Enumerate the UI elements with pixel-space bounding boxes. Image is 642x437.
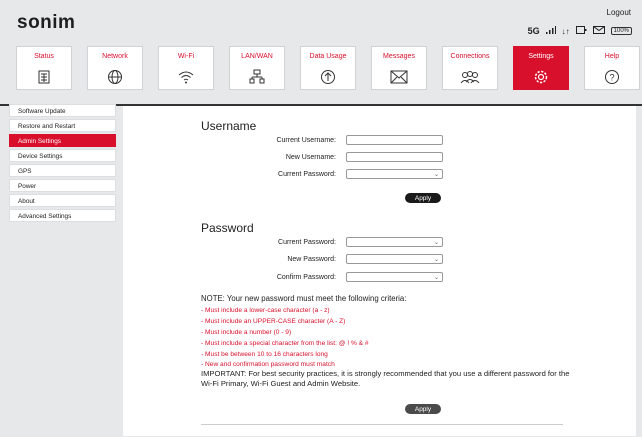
globe-icon: [105, 67, 125, 87]
password-apply-button[interactable]: Apply: [405, 404, 441, 414]
tab-label: Data Usage: [309, 53, 347, 60]
chevron-down-icon: ⌄: [433, 256, 439, 263]
new-password-input[interactable]: ⌄: [346, 254, 443, 264]
tab-lan-wan[interactable]: LAN/WAN: [229, 46, 285, 90]
tab-help[interactable]: Help ?: [584, 46, 640, 90]
tab-data-usage[interactable]: Data Usage: [300, 46, 356, 90]
username-section-title: Username: [201, 119, 257, 133]
field-label: Current Username:: [276, 136, 336, 144]
sidebar-item-software-update[interactable]: Software Update: [9, 104, 116, 117]
password-criteria-note: NOTE: Your new password must meet the fo…: [201, 294, 407, 303]
sonim-logo: sonim: [17, 12, 76, 33]
admin-settings-panel: Username Current Username: New Username:…: [123, 106, 636, 436]
confirm-password-row: Confirm Password: ⌄: [211, 272, 443, 282]
criteria-item: - Must include a lower-case character (a…: [201, 307, 330, 314]
lan-icon: [247, 67, 267, 87]
new-password-row: New Password: ⌄: [211, 254, 443, 264]
sidebar-item-about[interactable]: About: [9, 194, 116, 207]
wifi-icon: [176, 67, 196, 87]
tab-label: Messages: [383, 53, 415, 60]
logout-link[interactable]: Logout: [607, 8, 631, 17]
chevron-down-icon: ⌄: [433, 274, 439, 281]
device-icon: [575, 26, 587, 36]
tab-label: Network: [102, 53, 128, 60]
settings-sidebar: Software Update Restore and Restart Admi…: [9, 104, 116, 224]
tab-label: Connections: [450, 53, 490, 60]
current-password-input[interactable]: ⌄: [346, 237, 443, 247]
field-label: Confirm Password:: [276, 273, 336, 281]
criteria-item: - Must include a special character from …: [201, 340, 369, 347]
sidebar-item-advanced-settings[interactable]: Advanced Settings: [9, 209, 116, 222]
main-nav: Status Network Wi-Fi LAN/WAN Data Usage …: [16, 46, 640, 90]
new-username-input[interactable]: [346, 152, 443, 162]
battery-level: 100%: [613, 28, 629, 34]
new-username-row: New Username:: [211, 152, 443, 162]
svg-text:?: ?: [609, 73, 614, 83]
field-label: New Password:: [287, 255, 336, 263]
help-icon: ?: [602, 67, 622, 87]
chevron-down-icon: ⌄: [433, 239, 439, 246]
username-current-password-row: Current Password: ⌄: [211, 169, 443, 179]
field-label: Current Password:: [278, 238, 336, 246]
gear-icon: [531, 67, 551, 87]
signal-icon: [545, 26, 556, 36]
tab-label: Wi-Fi: [177, 53, 195, 60]
messages-status-icon: [592, 26, 605, 36]
sidebar-item-restore-restart[interactable]: Restore and Restart: [9, 119, 116, 132]
status-icon: [34, 67, 54, 87]
envelope-icon: [389, 67, 409, 87]
username-current-password-input[interactable]: ⌄: [346, 169, 443, 179]
bottom-divider: [201, 424, 563, 425]
criteria-item: - Must include a number (0 - 9): [201, 329, 292, 336]
data-transfer-icon: ↓↑: [561, 26, 570, 36]
connections-icon: [460, 67, 480, 87]
sidebar-item-admin-settings[interactable]: Admin Settings: [9, 134, 116, 147]
tab-messages[interactable]: Messages: [371, 46, 427, 90]
field-label: New Username:: [285, 153, 336, 161]
tab-label: Settings: [528, 53, 554, 60]
sidebar-item-power[interactable]: Power: [9, 179, 116, 192]
tab-connections[interactable]: Connections: [442, 46, 498, 90]
security-important-note: IMPORTANT: For best security practices, …: [201, 369, 570, 388]
tab-network[interactable]: Network: [87, 46, 143, 90]
password-section-title: Password: [201, 221, 254, 235]
tab-wifi[interactable]: Wi-Fi: [158, 46, 214, 90]
sidebar-item-device-settings[interactable]: Device Settings: [9, 149, 116, 162]
data-usage-icon: [318, 67, 338, 87]
criteria-item: - Must include an UPPER-CASE character (…: [201, 318, 346, 325]
status-bar: 5G ↓↑ 100%: [528, 26, 632, 36]
chevron-down-icon: ⌄: [433, 171, 439, 178]
tab-label: LAN/WAN: [241, 53, 273, 60]
confirm-password-input[interactable]: ⌄: [346, 272, 443, 282]
username-apply-button[interactable]: Apply: [405, 193, 441, 203]
network-type: 5G: [527, 26, 540, 36]
battery-icon: 100%: [610, 27, 632, 35]
current-password-row: Current Password: ⌄: [211, 237, 443, 247]
current-username-row: Current Username:: [211, 135, 443, 145]
tab-label: Status: [34, 53, 54, 60]
sidebar-item-gps[interactable]: GPS: [9, 164, 116, 177]
tab-settings[interactable]: Settings: [513, 46, 569, 90]
tab-status[interactable]: Status: [16, 46, 72, 90]
tab-label: Help: [604, 53, 620, 60]
field-label: Current Password:: [278, 170, 336, 178]
current-username-input[interactable]: [346, 135, 443, 145]
